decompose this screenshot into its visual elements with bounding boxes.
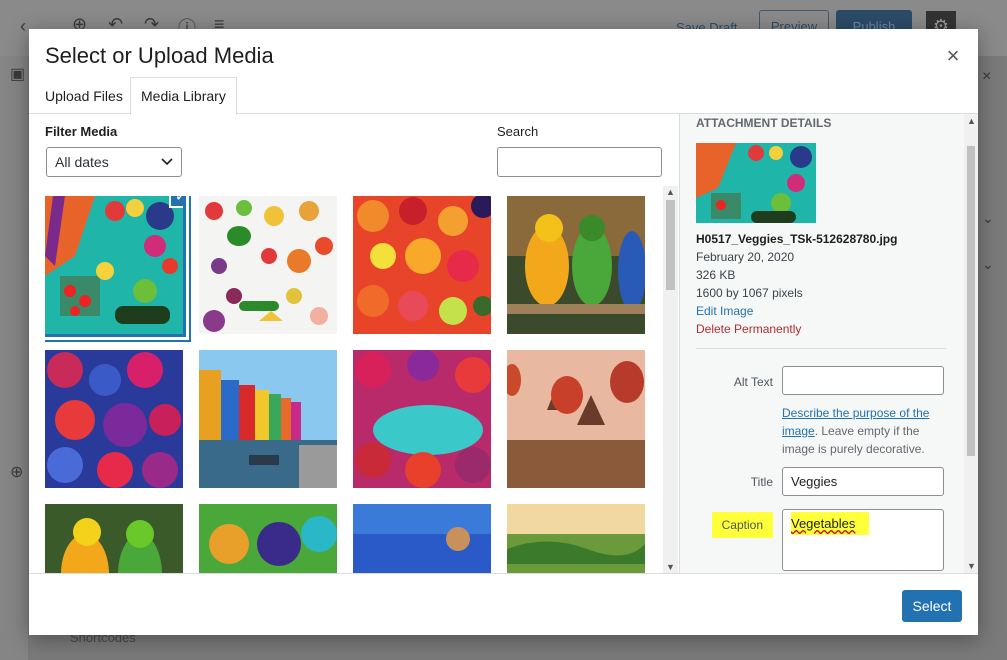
media-item[interactable] <box>199 196 337 334</box>
media-item[interactable] <box>199 350 337 488</box>
attachment-thumbnail <box>696 143 816 223</box>
image-block-icon: ▣ <box>10 66 26 83</box>
media-item[interactable] <box>199 504 337 573</box>
blue-night-image <box>353 504 491 573</box>
media-item-veggies[interactable]: ✓ <box>45 196 186 337</box>
caption-label-wrap: Caption <box>693 512 773 538</box>
attachment-details-heading: ATTACHMENT DETAILS <box>696 116 832 130</box>
editor-left-gutter: ▣ ⊕ <box>0 56 28 660</box>
holi-powder-image <box>353 350 491 488</box>
media-item[interactable] <box>45 504 183 573</box>
search-input[interactable] <box>497 147 662 177</box>
date-filter-select[interactable]: All dates <box>46 147 182 177</box>
attachment-filename: H0517_Veggies_TSk-512628780.jpg <box>696 232 898 246</box>
media-item[interactable] <box>507 196 645 334</box>
modal-title: Select or Upload Media <box>45 43 274 68</box>
alt-text-label: Alt Text <box>733 375 773 389</box>
attachment-details-scrollbar[interactable]: ▲ ▼ <box>964 114 978 573</box>
alt-text-field[interactable] <box>782 366 944 395</box>
delete-permanently-link[interactable]: Delete Permanently <box>696 322 801 336</box>
attachment-date: February 20, 2020 <box>696 250 795 264</box>
veggies-thumbnail-image <box>696 143 816 223</box>
caption-field[interactable]: Vegetables <box>782 509 944 571</box>
scrollbar-thumb[interactable] <box>666 200 675 290</box>
colorful-houses-image <box>199 350 337 488</box>
edit-image-link[interactable]: Edit Image <box>696 304 753 318</box>
bg-chevron-icon-2: ⌄ <box>982 256 994 272</box>
holi-crowd-image <box>45 350 183 488</box>
media-grid-scrollbar[interactable]: ▲ ▼ <box>663 186 678 573</box>
title-label: Title <box>750 475 773 489</box>
media-item[interactable] <box>353 350 491 488</box>
vegetables-white-image <box>199 196 337 334</box>
green-hills-image <box>507 504 645 573</box>
caption-value: Vegetables <box>791 512 870 535</box>
fruits-image <box>353 196 491 334</box>
divider <box>696 348 946 349</box>
checkmark-icon[interactable]: ✓ <box>169 196 183 208</box>
scrollbar-thumb[interactable] <box>967 146 975 456</box>
parrots-image <box>507 196 645 334</box>
balloons-image <box>507 350 645 488</box>
holi-dancers-image <box>199 504 337 573</box>
alt-text-help: Describe the purpose of the image. Leave… <box>782 404 944 458</box>
back-icon: ‹ <box>20 16 26 36</box>
media-item[interactable] <box>353 504 491 573</box>
attachment-details-panel: ATTACHMENT DETAILS H0517_Veggies_TSk-512… <box>679 114 964 573</box>
scroll-up-icon[interactable]: ▲ <box>666 187 675 197</box>
tab-media-library[interactable]: Media Library <box>130 77 237 115</box>
media-browser: Filter Media All dates Search ✓ <box>29 114 679 573</box>
bg-chevron-icon: ⌄ <box>982 210 994 226</box>
media-item[interactable] <box>507 350 645 488</box>
search-label: Search <box>497 124 539 139</box>
parrots-image-2 <box>45 504 183 573</box>
scroll-down-icon[interactable]: ▼ <box>967 561 976 571</box>
modal-footer: Select <box>29 573 978 635</box>
add-block-icon-small: ⊕ <box>10 464 24 481</box>
filter-label: Filter Media <box>45 124 118 139</box>
select-button[interactable]: Select <box>902 590 962 622</box>
close-icon[interactable]: × <box>940 43 966 69</box>
date-filter-value: All dates <box>55 154 109 170</box>
tab-upload-files[interactable]: Upload Files <box>35 77 133 114</box>
media-modal: Select or Upload Media × Upload Files Me… <box>29 29 978 635</box>
media-tabs: Upload Files Media Library <box>29 77 978 115</box>
attachment-size: 326 KB <box>696 268 736 282</box>
media-item[interactable] <box>507 504 645 573</box>
media-item[interactable] <box>353 196 491 334</box>
veggies-image <box>45 196 183 334</box>
scroll-up-icon[interactable]: ▲ <box>967 116 976 126</box>
media-grid: ✓ <box>45 196 665 573</box>
media-item[interactable] <box>45 350 183 488</box>
attachment-dimensions: 1600 by 1067 pixels <box>696 286 803 300</box>
scroll-down-icon[interactable]: ▼ <box>666 562 675 572</box>
bg-close-icon: × <box>982 68 992 85</box>
caption-label: Caption <box>711 512 773 538</box>
title-field[interactable]: Veggies <box>782 467 944 496</box>
chevron-down-icon <box>161 155 173 169</box>
